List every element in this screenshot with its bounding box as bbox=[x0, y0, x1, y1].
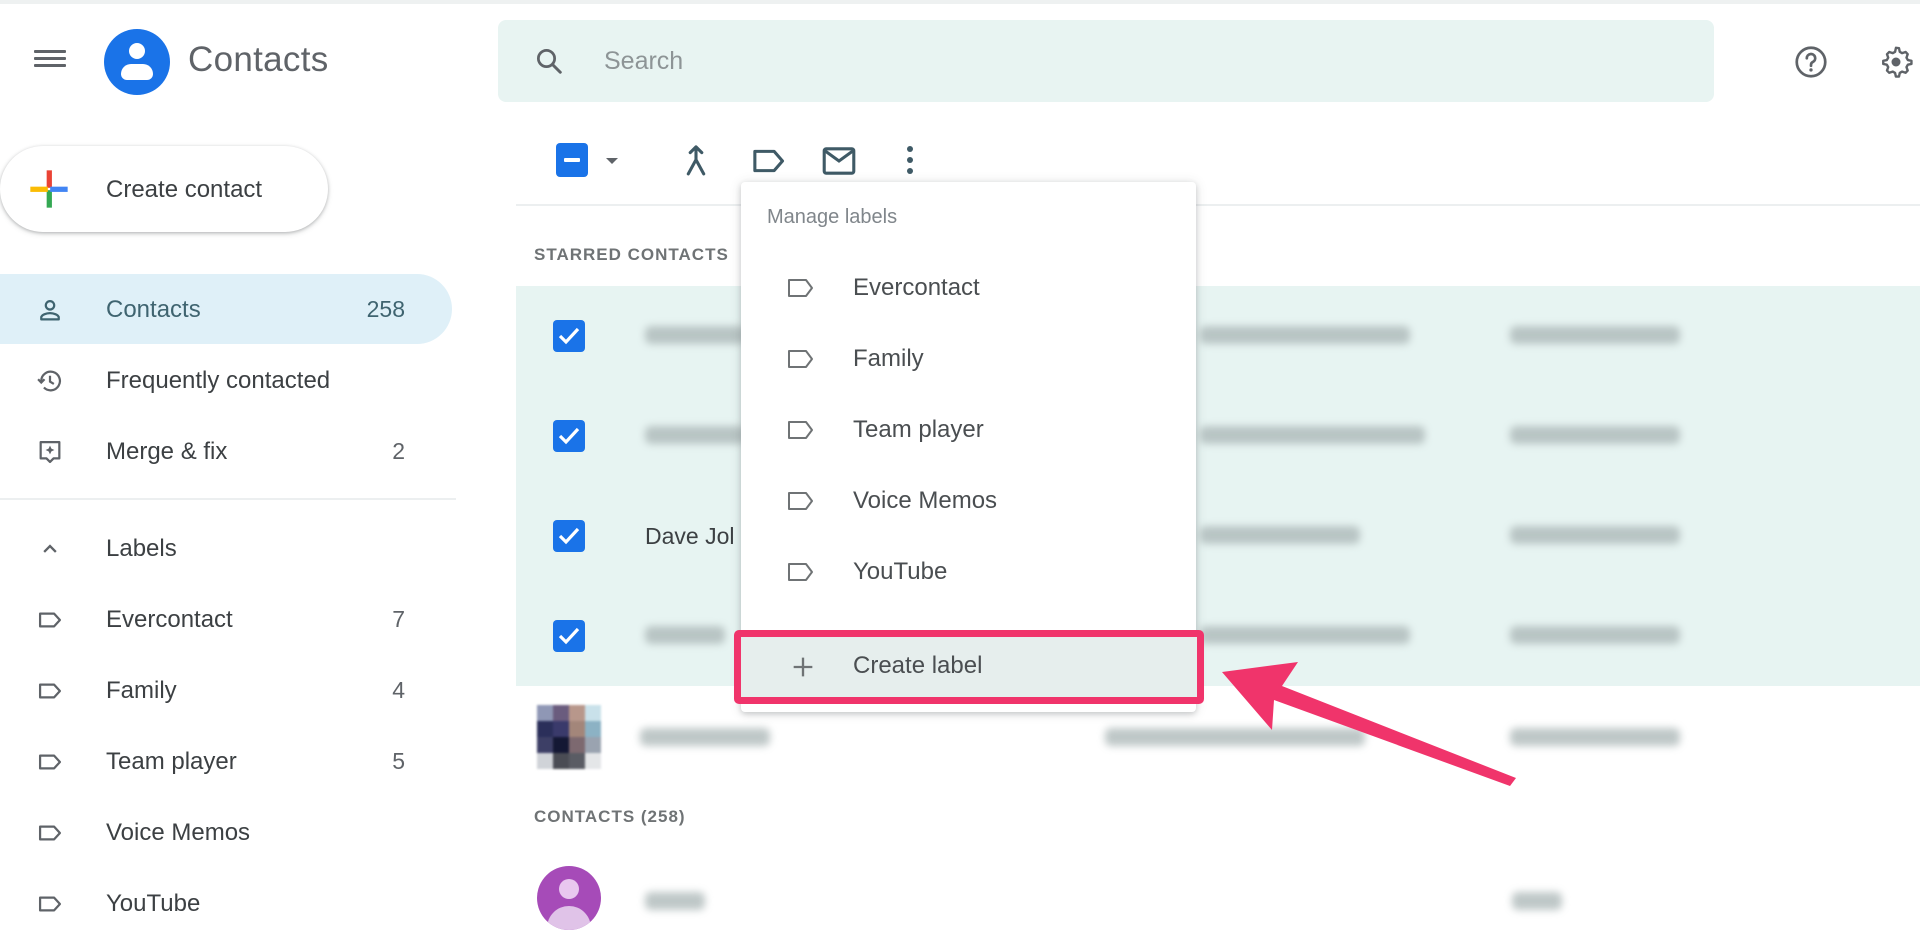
blurred-phone bbox=[1512, 892, 1562, 910]
row-checkbox[interactable] bbox=[553, 320, 585, 352]
menu-item-team-player[interactable]: Team player bbox=[741, 394, 1196, 464]
avatar bbox=[537, 866, 601, 930]
create-contact-button[interactable]: Create contact bbox=[0, 146, 328, 232]
menu-item-label: Team player bbox=[853, 416, 984, 443]
label-icon bbox=[38, 896, 62, 912]
email-icon[interactable] bbox=[820, 143, 858, 179]
blurred-phone bbox=[1510, 426, 1680, 444]
contact-name: Dave Jol bbox=[645, 523, 735, 549]
app-title: Contacts bbox=[188, 40, 329, 79]
labels-header: Labels bbox=[106, 535, 177, 562]
label-icon bbox=[38, 612, 62, 628]
sidebar-label-count: 5 bbox=[392, 748, 405, 774]
sidebar-label-youtube[interactable]: YouTube bbox=[0, 868, 452, 938]
colorful-plus-icon bbox=[30, 170, 68, 208]
label-icon bbox=[788, 421, 813, 439]
merge-icon[interactable] bbox=[680, 143, 712, 179]
contacts-logo-icon bbox=[104, 29, 170, 95]
create-contact-label: Create contact bbox=[106, 176, 263, 203]
label-icon bbox=[788, 563, 813, 581]
row-checkbox[interactable] bbox=[553, 520, 585, 552]
row-checkbox[interactable] bbox=[553, 420, 585, 452]
help-icon[interactable] bbox=[1793, 44, 1829, 80]
label-icon bbox=[38, 683, 62, 699]
sidebar-label-voice-memos[interactable]: Voice Memos bbox=[0, 797, 452, 867]
menu-item-label: Voice Memos bbox=[853, 487, 998, 514]
sidebar-label-evercontact[interactable]: Evercontact 7 bbox=[0, 584, 452, 654]
menu-item-youtube[interactable]: YouTube bbox=[741, 536, 1196, 606]
blurred-email bbox=[1105, 728, 1365, 746]
select-all-checkbox[interactable] bbox=[556, 143, 588, 177]
blurred-phone bbox=[1510, 526, 1680, 544]
sidebar-label-name: Voice Memos bbox=[106, 819, 251, 846]
sidebar-label-family[interactable]: Family 4 bbox=[0, 655, 452, 725]
row-checkbox[interactable] bbox=[553, 620, 585, 652]
sidebar-item-frequently-contacted[interactable]: Frequently contacted bbox=[0, 345, 452, 415]
sidebar-label-name: Team player bbox=[106, 748, 237, 775]
sidebar-label-team-player[interactable]: Team player 5 bbox=[0, 726, 452, 796]
blurred-email bbox=[1200, 326, 1410, 344]
more-vert-icon[interactable] bbox=[898, 143, 922, 179]
menu-item-evercontact[interactable]: Evercontact bbox=[741, 252, 1196, 322]
merge-fix-icon bbox=[39, 440, 61, 464]
blurred-phone bbox=[1510, 728, 1680, 746]
menu-item-label: Evercontact bbox=[853, 274, 980, 301]
menu-item-label: Family bbox=[853, 345, 924, 372]
sidebar-item-contacts[interactable]: Contacts 258 bbox=[0, 274, 452, 344]
blurred-name bbox=[645, 892, 705, 910]
plus-icon bbox=[793, 657, 813, 677]
sidebar-label-name: Evercontact bbox=[106, 606, 233, 633]
top-border bbox=[0, 0, 1920, 4]
sidebar-item-label: Contacts bbox=[106, 296, 201, 323]
sidebar-item-merge-fix[interactable]: Merge & fix 2 bbox=[0, 416, 452, 486]
label-icon bbox=[788, 279, 813, 297]
contacts-count-header: CONTACTS (258) bbox=[534, 807, 686, 826]
sidebar-label-name: YouTube bbox=[106, 890, 201, 917]
select-dropdown-icon[interactable] bbox=[600, 143, 624, 179]
contact-row[interactable] bbox=[516, 848, 1920, 948]
chevron-up-icon bbox=[43, 544, 57, 553]
blurred-name bbox=[645, 326, 745, 344]
sidebar-label-count: 4 bbox=[392, 677, 405, 703]
create-label-text: Create label bbox=[853, 652, 983, 679]
history-icon bbox=[37, 370, 62, 392]
menu-title: Manage labels bbox=[767, 206, 898, 228]
blurred-email bbox=[1200, 426, 1425, 444]
person-icon bbox=[40, 300, 60, 321]
label-icon bbox=[788, 492, 813, 510]
blurred-phone bbox=[1510, 626, 1680, 644]
sidebar-divider bbox=[0, 498, 456, 500]
sidebar-item-label: Frequently contacted bbox=[106, 367, 331, 394]
sidebar-item-count: 2 bbox=[392, 438, 405, 464]
labels-section-toggle[interactable]: Labels bbox=[0, 513, 452, 583]
sidebar-item-label: Merge & fix bbox=[106, 438, 228, 465]
search-icon[interactable] bbox=[534, 46, 564, 76]
search-input[interactable] bbox=[604, 40, 1604, 82]
create-label-menu-item[interactable]: Create label bbox=[734, 630, 1204, 704]
contact-photo-avatar bbox=[537, 705, 601, 769]
blurred-phone bbox=[1510, 326, 1680, 344]
blurred-name bbox=[645, 426, 745, 444]
toolbar-divider bbox=[516, 204, 1920, 206]
blurred-email bbox=[1200, 526, 1360, 544]
main-menu-button[interactable] bbox=[32, 46, 68, 74]
menu-item-family[interactable]: Family bbox=[741, 323, 1196, 393]
blurred-email bbox=[1200, 626, 1410, 644]
label-icon bbox=[788, 350, 813, 368]
settings-gear-icon[interactable] bbox=[1878, 44, 1914, 80]
label-icon[interactable] bbox=[750, 143, 788, 179]
blurred-name bbox=[645, 626, 725, 644]
search-bar[interactable] bbox=[498, 20, 1714, 102]
label-icon bbox=[38, 825, 62, 841]
starred-contacts-header: STARRED CONTACTS bbox=[534, 245, 729, 264]
sidebar-label-name: Family bbox=[106, 677, 177, 704]
menu-item-voice-memos[interactable]: Voice Memos bbox=[741, 465, 1196, 535]
sidebar-item-count: 258 bbox=[366, 296, 405, 322]
hamburger-icon bbox=[34, 50, 66, 53]
menu-item-label: YouTube bbox=[853, 558, 948, 585]
sidebar-label-count: 7 bbox=[392, 606, 405, 632]
blurred-name bbox=[640, 728, 770, 746]
label-icon bbox=[38, 754, 62, 770]
